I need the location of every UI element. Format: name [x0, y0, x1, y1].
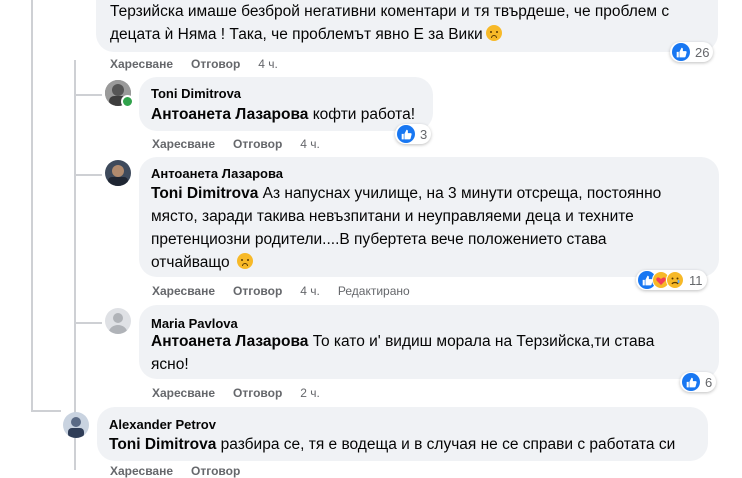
- comment-text-span: Аз напуснах училище, на 3 минути отсреща…: [258, 185, 662, 202]
- comment-author[interactable]: Антоанета Лазарова: [151, 166, 283, 181]
- reply-button[interactable]: Отговор: [233, 137, 282, 151]
- edited-label[interactable]: Редактирано: [338, 284, 410, 298]
- comment-text-span: децата ѝ Няма ! Така, че проблемът явно …: [110, 26, 483, 43]
- sad-reaction-icon: [666, 271, 684, 289]
- reaction-summary[interactable]: 3: [395, 124, 432, 144]
- comment-text-line: децата ѝ Няма ! Така, че проблемът явно …: [110, 23, 710, 46]
- like-button[interactable]: Харесване: [110, 464, 173, 478]
- thread-line-inner: [74, 60, 76, 470]
- timestamp[interactable]: 2 ч.: [300, 386, 320, 400]
- mention-link[interactable]: Toni Dimitrova: [151, 185, 258, 202]
- comment-text-line: място, заради такива невъзпитани и неупр…: [151, 208, 634, 225]
- comment-text-line: отчайващо: [151, 251, 711, 274]
- comment-text-line: Терзийска имаше безброй негативни комент…: [110, 3, 670, 20]
- reaction-count: 26: [695, 44, 710, 60]
- reaction-count: 3: [420, 126, 428, 142]
- reply-bubble: Антоанета Лазарова Toni Dimitrova Аз нап…: [139, 157, 719, 277]
- like-button[interactable]: Харесване: [152, 284, 215, 298]
- comment-text: Toni Dimitrova Аз напуснах училище, на 3…: [151, 182, 711, 274]
- comment-bubble-top: Терзийска имаше безброй негативни комент…: [96, 0, 718, 52]
- comment-author[interactable]: Maria Pavlova: [151, 316, 238, 331]
- mention-link[interactable]: Антоанета Лазарова: [151, 333, 308, 350]
- mention-link[interactable]: Toni Dimitrova: [109, 436, 216, 453]
- comment-text: Антоанета Лазарова То като и' видиш мора…: [151, 330, 711, 376]
- sad-emoji-icon: [236, 253, 253, 269]
- avatar[interactable]: [105, 160, 131, 186]
- sad-emoji-icon: [485, 25, 502, 41]
- avatar[interactable]: [63, 412, 89, 438]
- comment-bubble: Alexander Petrov Toni Dimitrova разбира …: [97, 407, 708, 461]
- comment-text-span: То като и' видиш морала на Терзийска,ти …: [308, 333, 655, 350]
- like-button[interactable]: Харесване: [152, 137, 215, 151]
- reply-button[interactable]: Отговор: [233, 284, 282, 298]
- reply-bubble: Toni Dimitrova Антоанета Лазарова кофти …: [139, 77, 433, 131]
- like-reaction-icon: [672, 43, 690, 61]
- comment-text-line: претенциозни родители....В пубертета веч…: [151, 231, 607, 248]
- thread-branch-2: [74, 174, 102, 176]
- thread-branch-3: [74, 322, 102, 324]
- like-button[interactable]: Харесване: [152, 386, 215, 400]
- like-reaction-icon: [397, 125, 415, 143]
- like-button[interactable]: Харесване: [110, 57, 173, 71]
- comment-actions: Харесване Отговор 4 ч. Редактирано: [152, 284, 428, 298]
- thread-branch-1: [74, 94, 102, 96]
- comment-author[interactable]: Alexander Petrov: [109, 417, 216, 432]
- comment-author[interactable]: Toni Dimitrova: [151, 86, 241, 101]
- reply-button[interactable]: Отговор: [191, 464, 240, 478]
- thread-line-outer: [31, 0, 33, 412]
- timestamp[interactable]: 4 ч.: [300, 137, 320, 151]
- comment-actions: Харесване Отговор 4 ч.: [110, 57, 296, 71]
- timestamp[interactable]: 4 ч.: [300, 284, 320, 298]
- comment-actions: Харесване Отговор 2 ч.: [152, 386, 338, 400]
- comment-text-line: Toni Dimitrova Аз напуснах училище, на 3…: [151, 182, 711, 205]
- comment-actions: Харесване Отговор 4 ч.: [152, 137, 338, 151]
- comment-text-line: ясно!: [151, 356, 189, 373]
- comment-text-span: кофти работа!: [308, 106, 416, 123]
- reply-button[interactable]: Отговор: [191, 57, 240, 71]
- reply-bubble: Maria Pavlova Антоанета Лазарова То като…: [139, 305, 719, 379]
- comment-text: Терзийска имаше безброй негативни комент…: [110, 0, 710, 46]
- comment-text: Антоанета Лазарова кофти работа!: [151, 103, 415, 126]
- reply-button[interactable]: Отговор: [233, 386, 282, 400]
- comment-text-span: разбира се, тя е водеща и в случая не се…: [216, 436, 676, 453]
- avatar[interactable]: [105, 308, 131, 334]
- comment-text-span: отчайващо: [151, 254, 230, 271]
- thread-line-outer-curve: [31, 410, 61, 412]
- comment-text: Toni Dimitrova разбира се, тя е водеща и…: [109, 433, 675, 456]
- mention-link[interactable]: Антоанета Лазарова: [151, 106, 308, 123]
- reaction-summary[interactable]: 11: [636, 270, 707, 290]
- reaction-summary[interactable]: 26: [670, 42, 714, 62]
- comment-text-line: Антоанета Лазарова То като и' видиш мора…: [151, 330, 711, 353]
- reaction-count: 11: [689, 272, 703, 288]
- online-status-indicator: [121, 95, 134, 108]
- like-reaction-icon: [682, 373, 700, 391]
- timestamp[interactable]: 4 ч.: [258, 57, 278, 71]
- comment-actions: Харесване Отговор: [110, 464, 258, 478]
- reaction-count: 6: [705, 374, 713, 390]
- reaction-summary[interactable]: 6: [680, 372, 717, 392]
